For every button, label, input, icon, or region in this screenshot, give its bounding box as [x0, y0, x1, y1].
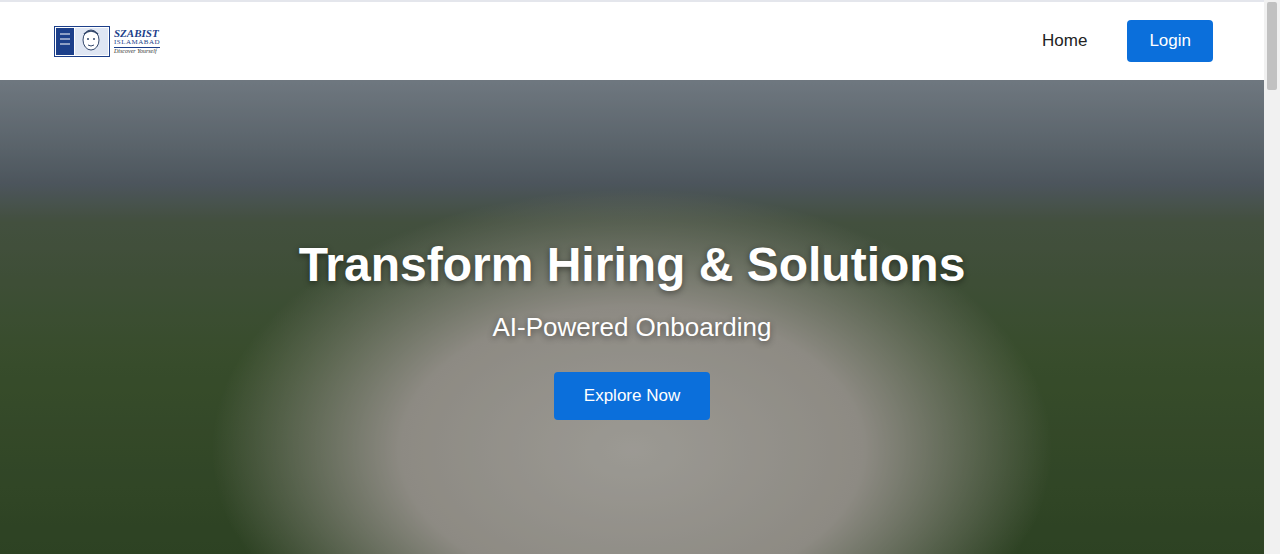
hero-content: Transform Hiring & Solutions AI-Powered O… [0, 80, 1264, 420]
portrait-icon [54, 26, 110, 57]
logo-tagline: Discover Yourself [114, 48, 160, 54]
logo-text: SZABISTISLAMABADDiscover Yourself [114, 28, 160, 54]
scrollbar[interactable] [1264, 0, 1280, 554]
login-button[interactable]: Login [1127, 20, 1213, 62]
hero-title: Transform Hiring & Solutions [299, 237, 966, 293]
logo-campus: ISLAMABAD [114, 39, 160, 47]
hero: Transform Hiring & Solutions AI-Powered O… [0, 80, 1264, 554]
nav-link[interactable]: Home [1042, 31, 1087, 51]
scrollbar-thumb[interactable] [1267, 2, 1277, 90]
hero-subtitle: AI-Powered Onboarding [493, 311, 772, 343]
nav: Home Login [1042, 20, 1213, 62]
header: SZABISTISLAMABADDiscover Yourself Home Log… [0, 0, 1264, 80]
logo[interactable]: SZABISTISLAMABADDiscover Yourself [54, 26, 160, 57]
page: SZABISTISLAMABADDiscover Yourself Home Log… [0, 0, 1280, 554]
logo-name: SZABIST [114, 28, 160, 40]
explore-button[interactable]: Explore Now [554, 372, 710, 420]
main-column: SZABISTISLAMABADDiscover Yourself Home Log… [0, 0, 1264, 554]
